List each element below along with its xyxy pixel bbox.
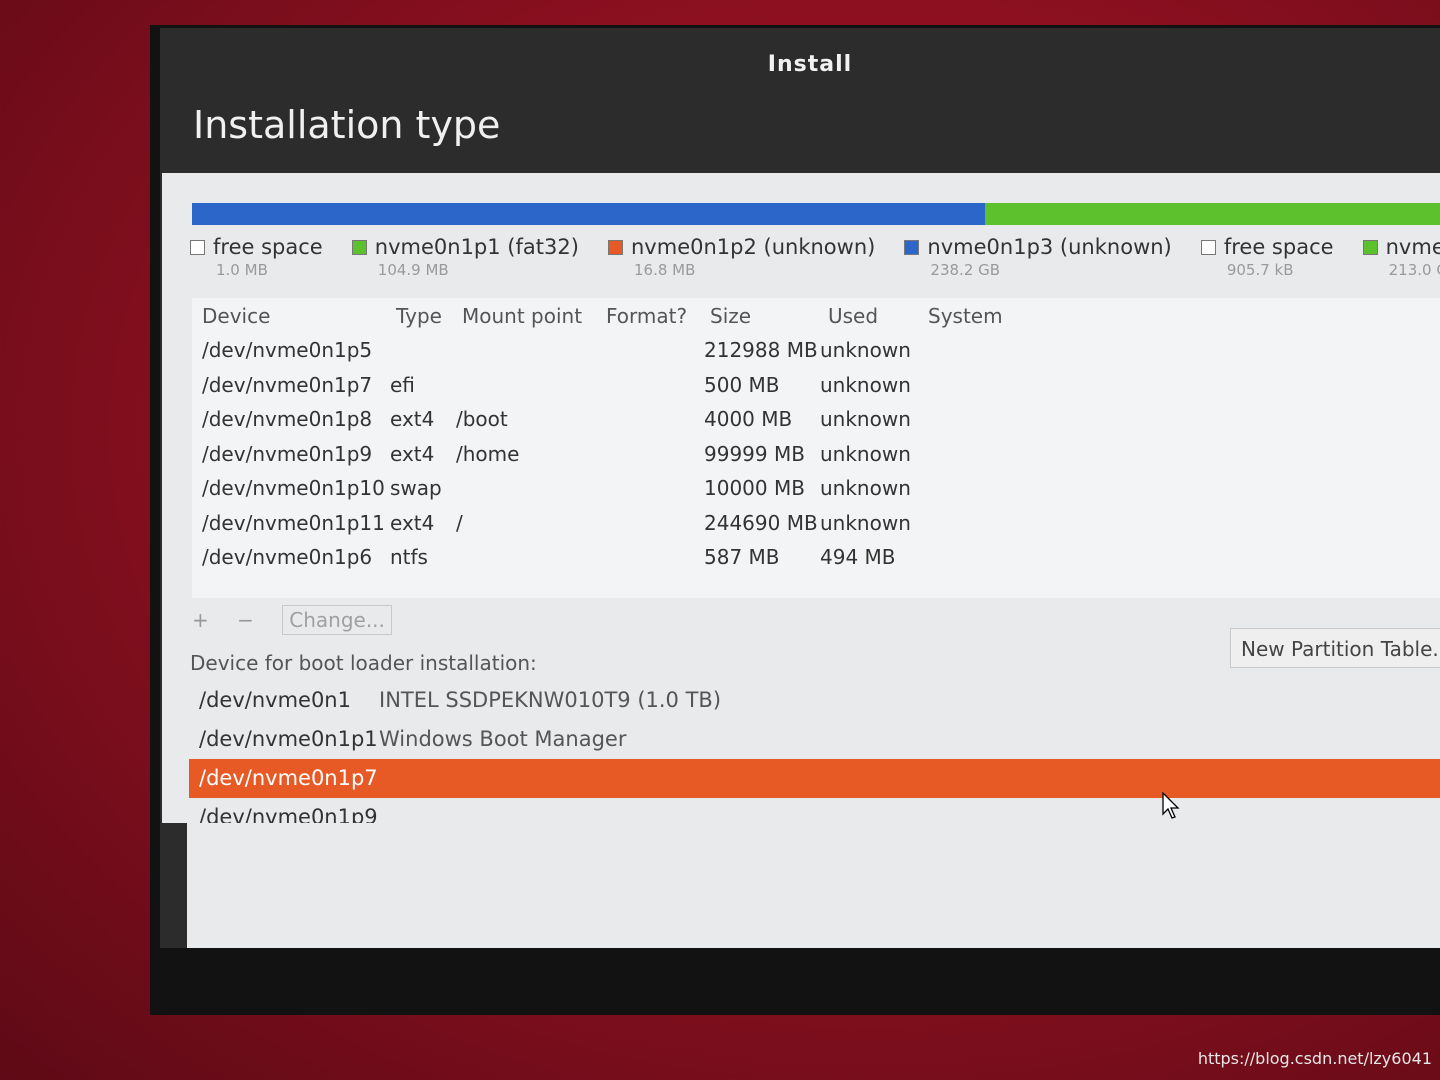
partition-legend: free space 1.0 MB nvme0n1p1 (fat32) 104.…: [190, 235, 1440, 295]
cell-size: 587 MB: [704, 545, 780, 569]
partition-table[interactable]: Device Type Mount point Format? Size Use…: [192, 298, 1440, 598]
cell-used: unknown: [820, 338, 911, 362]
table-row[interactable]: /dev/nvme0n1p11 ext4 / 244690 MB unknown: [192, 507, 1440, 541]
cell-used: unknown: [820, 407, 911, 431]
cell-used: unknown: [820, 372, 911, 397]
cell-size: 10000 MB: [704, 476, 805, 500]
cell-device: /dev/nvme0n1p5: [202, 338, 373, 362]
change-partition-button[interactable]: Change...: [282, 605, 392, 635]
cell-device: /dev/nvme0n1p9: [202, 441, 373, 466]
table-row[interactable]: /dev/nvme0n1p8 ext4/boot 4000 MB unknown: [192, 403, 1440, 437]
cell-size: 244690 MB: [704, 510, 818, 535]
legend-swatch: [1362, 240, 1378, 255]
cell-size: 4000 MB: [704, 407, 793, 431]
cell-size: 99999 MB: [704, 441, 805, 466]
legend-size: 238.2 GB: [930, 261, 1001, 279]
cell-size: 500 MB: [704, 372, 780, 397]
column-type[interactable]: Type: [396, 304, 442, 328]
cell-type: swap: [390, 476, 442, 500]
legend-swatch: [351, 240, 367, 255]
table-row[interactable]: /dev/nvme0n1p7 efi 500 MB unknown: [192, 369, 1440, 403]
cell-mount-point: /home: [456, 441, 520, 466]
cell-type: ext4: [390, 407, 435, 431]
disk-usage-bar: [192, 203, 1440, 225]
legend-swatch: [1200, 240, 1216, 255]
cell-size: 212988 MB: [704, 338, 818, 362]
partition-toolbar: + − Change...: [192, 605, 414, 639]
legend-item: free space 905.7 kB: [1200, 235, 1334, 279]
bootloader-device-item[interactable]: /dev/nvme0n1p1 Windows Boot Manager: [189, 720, 1440, 759]
legend-label: free space: [213, 235, 323, 259]
bootloader-device-name: /dev/nvme0n1: [199, 688, 351, 712]
legend-size: 905.7 kB: [1226, 261, 1294, 279]
cell-mount-point: /boot: [456, 407, 508, 431]
legend-item: nvme0n 213.0 GB: [1362, 235, 1440, 279]
legend-item: nvme0n1p3 (unknown) 238.2 GB: [904, 235, 1172, 279]
column-size[interactable]: Size: [710, 304, 751, 328]
cell-device: /dev/nvme0n1p6: [202, 545, 373, 569]
legend-size: 213.0 GB: [1388, 261, 1440, 279]
table-row[interactable]: /dev/nvme0n1p6 ntfs 587 MB 494 MB: [192, 541, 1440, 575]
cell-used: unknown: [820, 476, 911, 500]
column-mount-point[interactable]: Mount point: [462, 304, 582, 328]
mouse-pointer-icon: [1162, 792, 1180, 819]
cell-type: ntfs: [390, 545, 428, 569]
legend-label: free space: [1223, 235, 1334, 259]
window-title: Install: [767, 52, 853, 77]
bootloader-label: Device for boot loader installation:: [190, 651, 537, 675]
legend-size: 104.9 MB: [377, 261, 449, 279]
legend-label: nvme0n: [1385, 235, 1440, 259]
table-row[interactable]: /dev/nvme0n1p9 ext4/home 99999 MB unknown: [192, 438, 1440, 472]
table-row[interactable]: /dev/nvme0n1p5 212988 MB unknown: [192, 334, 1440, 368]
remove-partition-button[interactable]: −: [237, 608, 254, 632]
table-header: Device Type Mount point Format? Size Use…: [192, 298, 1440, 332]
bootloader-device-item[interactable]: /dev/nvme0n1 INTEL SSDPEKNW010T9 (1.0 TB): [189, 681, 1440, 720]
legend-label: nvme0n1p1 (fat32): [374, 235, 579, 259]
legend-size: 1.0 MB: [216, 261, 268, 279]
legend-item: free space 1.0 MB: [190, 235, 323, 279]
cell-device: /dev/nvme0n1p10: [202, 476, 385, 500]
bootloader-device-name: /dev/nvme0n1p7: [199, 766, 378, 790]
cell-mount-point: /: [456, 510, 463, 535]
installer-window: Install Installation type free space 1.0…: [160, 28, 1440, 948]
bootloader-device-item[interactable]: /dev/nvme0n1p7: [189, 759, 1440, 798]
content-panel: free space 1.0 MB nvme0n1p1 (fat32) 104.…: [162, 173, 1440, 907]
new-partition-table-button[interactable]: New Partition Table...: [1230, 628, 1440, 668]
table-row[interactable]: /dev/nvme0n1p10 swap 10000 MB unknown: [192, 472, 1440, 506]
cell-device: /dev/nvme0n1p7: [202, 372, 373, 397]
cell-used: unknown: [820, 441, 911, 466]
legend-swatch: [608, 240, 623, 255]
cell-used: unknown: [820, 510, 911, 535]
column-device[interactable]: Device: [202, 304, 270, 328]
legend-size: 16.8 MB: [634, 261, 696, 279]
bootloader-device-name: /dev/nvme0n1p1: [199, 727, 378, 751]
disk-bar-segment-blue: [192, 203, 985, 225]
legend-swatch: [190, 240, 205, 255]
cell-type: ext4: [390, 510, 435, 535]
add-partition-button[interactable]: +: [192, 608, 209, 632]
legend-item: nvme0n1p1 (fat32) 104.9 MB: [351, 235, 579, 279]
legend-item: nvme0n1p2 (unknown) 16.8 MB: [608, 235, 875, 279]
bootloader-device-description: INTEL SSDPEKNW010T9 (1.0 TB): [379, 688, 722, 712]
column-used[interactable]: Used: [828, 304, 878, 328]
content-panel-bottom: [187, 823, 1440, 948]
bootloader-device-description: Windows Boot Manager: [379, 727, 627, 751]
legend-label: nvme0n1p2 (unknown): [631, 235, 876, 259]
legend-swatch: [904, 240, 920, 255]
cell-device: /dev/nvme0n1p8: [202, 407, 373, 431]
legend-label: nvme0n1p3 (unknown): [927, 235, 1172, 259]
disk-bar-segment-green: [984, 203, 1440, 225]
cell-type: ext4: [390, 441, 435, 466]
page-title: Installation type: [193, 103, 501, 147]
column-system[interactable]: System: [928, 304, 1003, 328]
cell-used: 494 MB: [820, 545, 896, 569]
cell-device: /dev/nvme0n1p11: [202, 510, 385, 535]
column-format[interactable]: Format?: [606, 304, 687, 328]
cell-type: efi: [390, 372, 415, 397]
watermark-url: https://blog.csdn.net/lzy6041: [1197, 1049, 1432, 1068]
